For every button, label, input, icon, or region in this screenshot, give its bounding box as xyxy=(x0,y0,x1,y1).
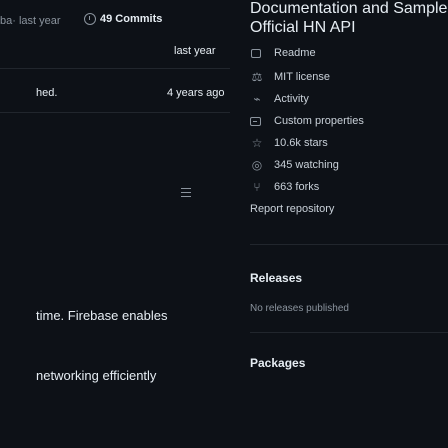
commits-link[interactable]: 49 Commits xyxy=(84,13,162,25)
packages-heading[interactable]: Packages xyxy=(250,356,305,370)
about-description-line2: Official HN API xyxy=(250,19,356,36)
license-link[interactable]: ⚖ MIT license xyxy=(250,68,330,86)
stars-link[interactable]: ☆ 10.6k stars xyxy=(250,134,328,152)
star-icon: ☆ xyxy=(251,136,263,150)
activity-link[interactable]: ⌁ Activity xyxy=(250,90,309,108)
file-row-commit[interactable]: hed. xyxy=(36,87,57,99)
row-divider xyxy=(0,68,230,69)
file-row-time: last year xyxy=(174,45,216,57)
about-description: Documentation and Samples for xyxy=(250,0,448,17)
license-label: MIT license xyxy=(274,71,331,83)
readme-link[interactable]: Readme xyxy=(250,44,316,62)
activity-label: Activity xyxy=(274,93,309,105)
watchers-label: 345 watching xyxy=(274,159,339,171)
about-sidebar: Documentation and Samples for Official H… xyxy=(250,0,448,448)
forks-link[interactable]: ⑂ 663 forks xyxy=(250,178,319,196)
readme-text: networking efficiently xyxy=(36,368,157,383)
pulse-icon: ⌁ xyxy=(253,92,261,106)
latest-commit-bar: ba· last year 49 Commits xyxy=(0,12,230,34)
releases-heading[interactable]: Releases xyxy=(250,271,302,285)
commit-message[interactable]: ba· last year xyxy=(0,15,61,27)
section-divider xyxy=(250,332,448,333)
row-divider xyxy=(0,112,230,113)
history-icon xyxy=(84,13,96,25)
outline-list-icon[interactable] xyxy=(181,188,191,197)
file-row-time: 4 years ago xyxy=(167,87,225,99)
custom-properties-icon xyxy=(250,116,261,126)
stars-label: 10.6k stars xyxy=(274,137,328,149)
law-icon: ⚖ xyxy=(251,70,263,84)
readme-text: time. Firebase enables xyxy=(36,308,168,323)
custom-properties-label: Custom properties xyxy=(274,115,364,127)
forks-label: 663 forks xyxy=(274,181,320,193)
watchers-link[interactable]: ◎ 345 watching xyxy=(250,156,339,174)
report-repository-link[interactable]: Report repository xyxy=(250,203,334,215)
file-list-panel: ba· last year 49 Commits last year hed. … xyxy=(0,0,230,448)
book-icon xyxy=(251,48,261,58)
no-releases-text: No releases published xyxy=(250,303,349,314)
eye-icon: ◎ xyxy=(251,158,263,172)
readme-label: Readme xyxy=(274,47,316,59)
section-divider xyxy=(250,244,448,245)
fork-icon: ⑂ xyxy=(253,180,261,194)
custom-properties-link[interactable]: Custom properties xyxy=(250,112,364,130)
commits-count: 49 Commits xyxy=(100,13,163,25)
